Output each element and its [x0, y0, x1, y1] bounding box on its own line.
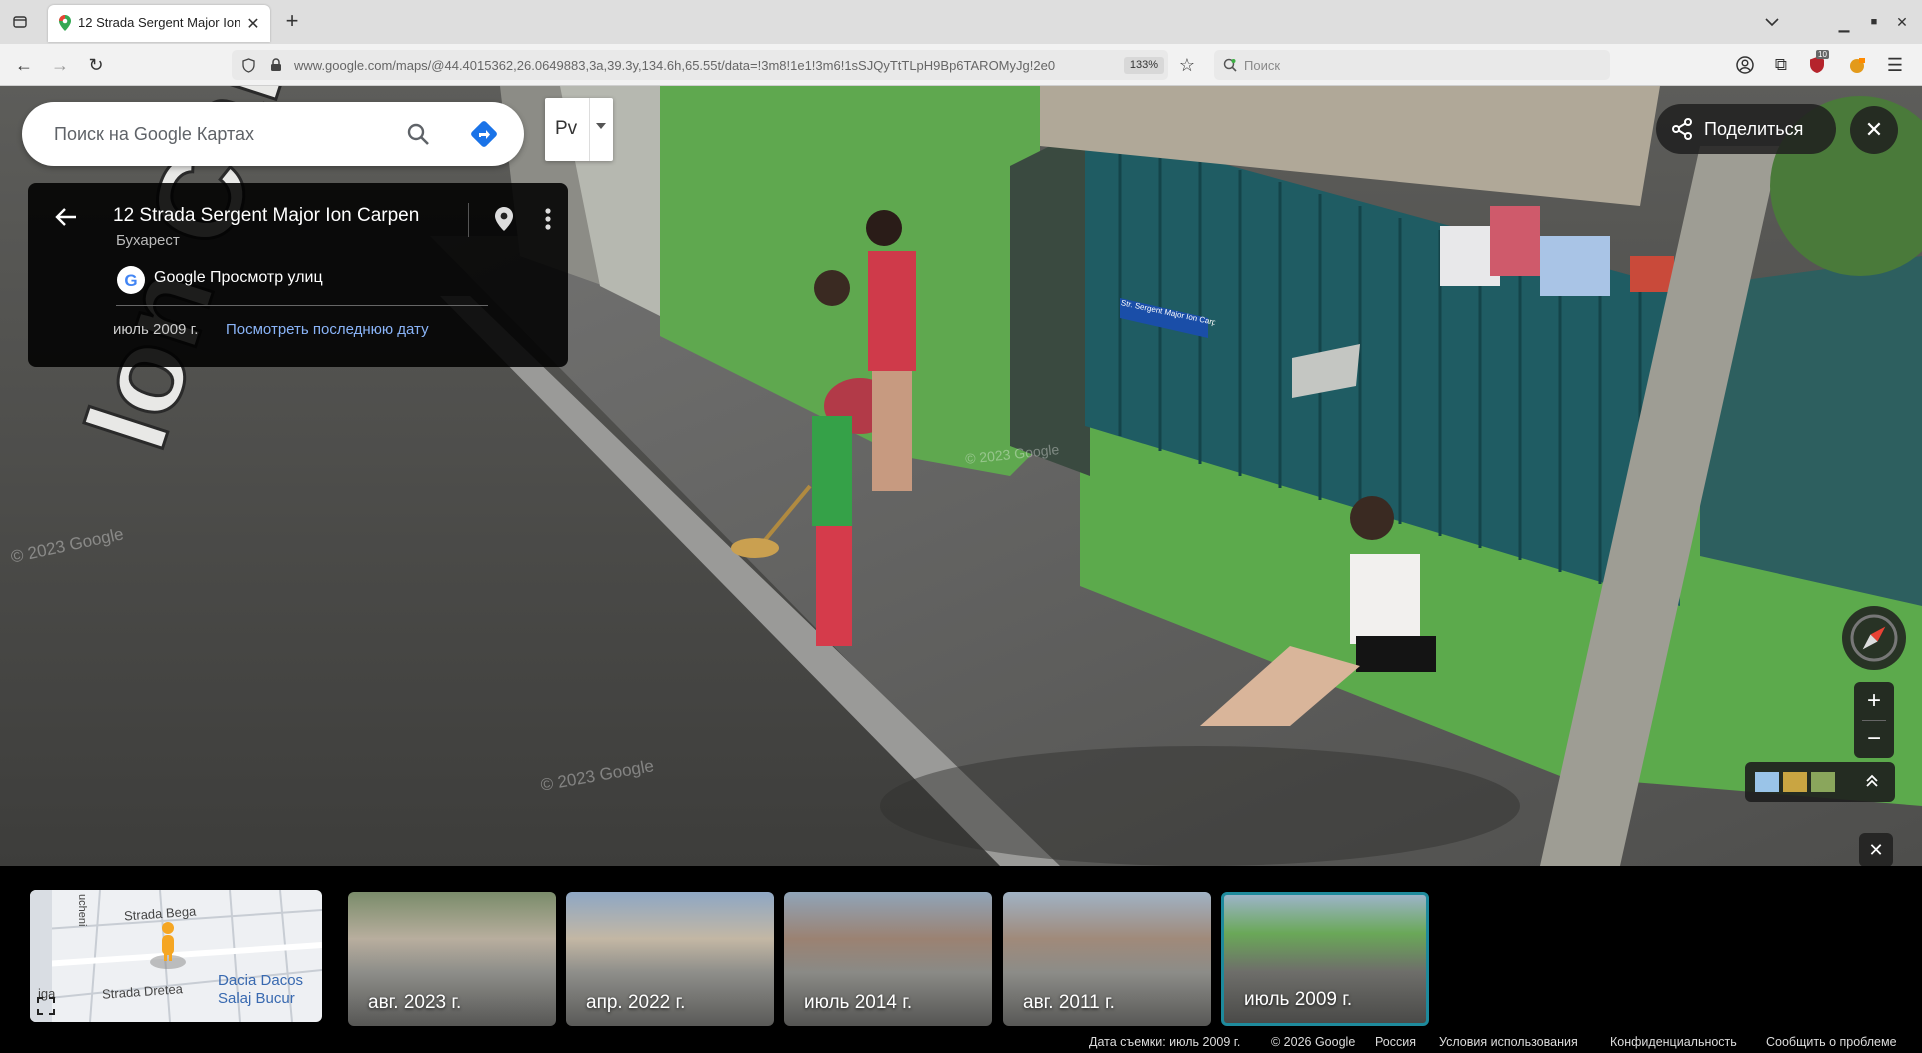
imagery-thumb-3[interactable] [1811, 772, 1835, 792]
chevron-down-icon[interactable] [593, 120, 609, 132]
imagery-thumb-2[interactable] [1783, 772, 1807, 792]
maps-search-placeholder: Поиск на Google Картах [54, 124, 255, 144]
forward-arrow-icon[interactable]: → [48, 54, 72, 76]
bookmark-star-icon[interactable]: ☆ [1176, 54, 1198, 76]
timeline-thumb-2[interactable]: апр. 2022 г. [566, 892, 774, 1026]
footer-privacy-link[interactable]: Конфиденциальность [1610, 1035, 1737, 1049]
share-icon [1670, 117, 1694, 141]
url-text: www.google.com/maps/@44.4015362,26.06498… [294, 58, 1056, 73]
tab-title: 12 Strada Sergent Major Ion [78, 15, 240, 30]
mini-map[interactable]: Strada Bega Strada Dretea Dacia Dacos Sa… [30, 890, 322, 1022]
browser-toolbar: ← → ↻ www.google.com/maps/@44.4015362,26… [0, 44, 1922, 86]
shield-icon[interactable] [240, 57, 256, 73]
browser-tab-active[interactable]: 12 Strada Sergent Major Ion ✕ [48, 5, 270, 42]
svg-text:G: G [124, 271, 137, 290]
timeline-thumb-label: авг. 2023 г. [368, 992, 462, 1013]
new-tab-button[interactable]: + [280, 8, 304, 33]
extensions-puzzle-icon[interactable]: ⧉ [1770, 54, 1792, 76]
capture-date: июль 2009 г. [113, 321, 199, 338]
map-label-dacia: Dacia Dacos [218, 972, 304, 989]
timeline-thumb-label: июль 2014 г. [804, 992, 913, 1013]
window-close-icon[interactable]: ✕ [1892, 12, 1912, 32]
see-latest-date-link[interactable]: Посмотреть последнюю дату [226, 321, 429, 338]
layer-toggle-label: Pv [555, 118, 578, 139]
maps-search-box[interactable]: Поиск на Google Картах [22, 102, 524, 166]
window-maximize-icon[interactable]: ■ [1864, 14, 1884, 30]
browser-search-placeholder: Поиск [1244, 58, 1281, 73]
more-vert-icon[interactable] [540, 205, 556, 233]
footer-copyright: © 2026 Google [1271, 1035, 1356, 1049]
share-button[interactable]: Поделиться [1656, 104, 1836, 154]
timeline-thumb-label: апр. 2022 г. [586, 992, 686, 1013]
place-city: Бухарест [116, 232, 180, 249]
expand-up-icon[interactable] [1861, 770, 1883, 792]
search-icon[interactable] [404, 120, 432, 148]
tab-close-icon[interactable]: ✕ [244, 15, 262, 33]
place-title: 12 Strada Sergent Major Ion Carpen [113, 205, 420, 226]
zoom-divider [1862, 720, 1886, 721]
browser-search-field[interactable]: Поиск [1214, 50, 1610, 80]
back-arrow-icon[interactable]: ← [12, 54, 36, 76]
zoom-in-button[interactable]: + [1854, 684, 1894, 718]
browser-tab-bar: 12 Strada Sergent Major Ion ✕ + ▁ ■ ✕ [0, 0, 1922, 44]
timeline-thumb-5-active[interactable]: июль 2009 г. [1221, 892, 1429, 1026]
map-label-ucheni: ucheni [76, 894, 88, 927]
footer-region-link[interactable]: Россия [1375, 1035, 1416, 1049]
lock-icon[interactable] [268, 57, 284, 73]
maps-favicon-icon [57, 15, 73, 31]
map-label-salaj: Salaj Bucur [218, 990, 295, 1007]
search-engine-icon [1222, 57, 1238, 73]
address-bar[interactable]: www.google.com/maps/@44.4015362,26.06498… [232, 50, 1168, 80]
imagery-thumb-1[interactable] [1755, 772, 1779, 792]
tab-overflow-chevron-icon[interactable] [1760, 10, 1784, 34]
timeline-thumb-1[interactable]: авг. 2023 г. [348, 892, 556, 1026]
directions-icon[interactable] [468, 118, 500, 150]
layer-toggle-button[interactable]: Pv [545, 98, 613, 161]
close-timeline-icon[interactable]: ✕ [1859, 833, 1893, 867]
close-streetview-icon[interactable]: ✕ [1850, 106, 1898, 154]
card-divider-horizontal [116, 305, 488, 306]
timeline-thumb-3[interactable]: июль 2014 г. [784, 892, 992, 1026]
location-pin-icon[interactable] [492, 205, 516, 233]
footer-terms-link[interactable]: Условия использования [1439, 1035, 1578, 1049]
google-logo-icon: G [116, 265, 146, 295]
reload-icon[interactable]: ↻ [84, 54, 108, 76]
window-minimize-icon[interactable]: ▁ [1834, 14, 1854, 34]
ext-badge: 10 [1816, 50, 1829, 59]
extension-fox-icon[interactable] [1846, 54, 1868, 76]
menu-hamburger-icon[interactable]: ☰ [1884, 54, 1906, 76]
card-divider-vertical [468, 203, 469, 237]
compass-icon[interactable] [1842, 606, 1906, 670]
share-label: Поделиться [1704, 119, 1804, 139]
tab-list-icon[interactable] [8, 10, 32, 34]
place-info-card: 12 Strada Sergent Major Ion Carpen Бухар… [28, 183, 568, 367]
ublock-shield-icon[interactable]: 10 [1806, 50, 1829, 76]
account-icon[interactable] [1734, 54, 1756, 76]
source-label: Google Просмотр улиц [154, 269, 323, 286]
timeline-thumb-label: июль 2009 г. [1244, 989, 1353, 1010]
zoom-out-button[interactable]: − [1854, 722, 1894, 756]
zoom-level-badge[interactable]: 133% [1124, 57, 1164, 74]
zoom-control: + − [1854, 682, 1894, 758]
back-arrow-icon[interactable] [52, 203, 80, 231]
footer-capture-date: Дата съемки: июль 2009 г. [1089, 1035, 1241, 1049]
layer-dropdown-divider [589, 98, 590, 161]
fullscreen-icon[interactable] [34, 994, 58, 1018]
footer-report-link[interactable]: Сообщить о проблеме [1766, 1035, 1897, 1049]
timeline-thumb-4[interactable]: авг. 2011 г. [1003, 892, 1211, 1026]
imagery-toggle-control[interactable] [1745, 762, 1895, 802]
pegman-icon [148, 920, 188, 970]
timeline-thumb-label: авг. 2011 г. [1023, 992, 1115, 1013]
